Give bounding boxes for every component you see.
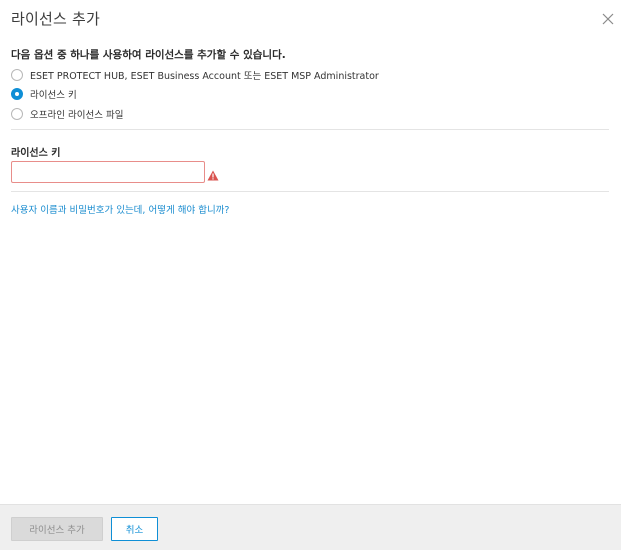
radio-label: 라이선스 키: [30, 90, 77, 101]
divider: [11, 129, 609, 130]
radio-option-eset-hub[interactable]: ESET PROTECT HUB, ESET Business Account …: [11, 67, 379, 83]
radio-option-license-key[interactable]: 라이선스 키: [11, 86, 77, 102]
credentials-help-link[interactable]: 사용자 이름과 비밀번호가 있는데, 어떻게 해야 합니까?: [11, 202, 229, 216]
dialog-footer: 라이선스 추가 취소: [0, 504, 621, 550]
license-key-label: 라이선스 키: [11, 148, 61, 159]
dialog-title: 라이선스 추가: [11, 10, 100, 28]
divider: [11, 191, 609, 192]
options-prompt: 다음 옵션 중 하나를 사용하여 라이선스를 추가할 수 있습니다.: [11, 49, 286, 61]
add-license-dialog: 라이선스 추가 다음 옵션 중 하나를 사용하여 라이선스를 추가할 수 있습니…: [0, 0, 621, 550]
cancel-button[interactable]: 취소: [111, 517, 158, 541]
radio-button[interactable]: [11, 108, 23, 120]
radio-option-offline-file[interactable]: 오프라인 라이선스 파일: [11, 106, 123, 122]
warning-icon: [207, 166, 219, 181]
license-key-input[interactable]: [11, 161, 205, 183]
radio-label: ESET PROTECT HUB, ESET Business Account …: [30, 71, 379, 82]
add-license-button[interactable]: 라이선스 추가: [11, 517, 103, 541]
close-icon[interactable]: [601, 12, 615, 26]
radio-button[interactable]: [11, 69, 23, 81]
radio-label: 오프라인 라이선스 파일: [30, 110, 124, 121]
radio-button-checked[interactable]: [11, 88, 23, 100]
